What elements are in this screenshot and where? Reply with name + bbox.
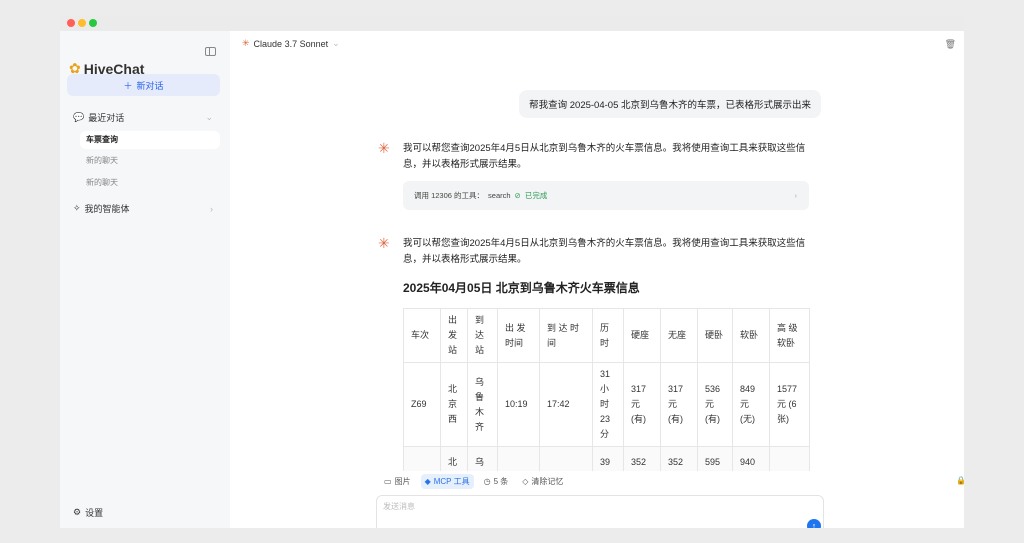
mcp-label: MCP 工具	[434, 476, 470, 487]
table-title: 2025年04月05日 北京到乌鲁木齐火车票信息	[403, 279, 640, 296]
model-selector[interactable]: ✳ Claude 3.7 Sonnet⌄	[242, 38, 340, 49]
close-window-button[interactable]	[67, 19, 75, 27]
my-agents-header[interactable]: ✧ 我的智能体 ›	[73, 202, 213, 215]
mcp-tools-button[interactable]: ◆MCP 工具	[421, 474, 474, 489]
table-header-cell: 历时	[593, 309, 624, 363]
table-header-cell: 硬座	[624, 309, 661, 363]
table-cell: Z69	[404, 363, 441, 447]
clear-label: 清除记忆	[531, 476, 563, 487]
table-cell: 乌鲁	[468, 447, 498, 472]
chevron-right-icon: ›	[795, 191, 798, 200]
image-icon: ▭	[384, 477, 392, 486]
composer-toolbar: ▭图片 ◆MCP 工具 ◷5 条 ◇清除记忆	[380, 474, 567, 489]
table-cell: 乌鲁木齐	[468, 363, 498, 447]
clock-icon: ◷	[484, 477, 491, 486]
table-cell: 31小时23分	[593, 363, 624, 447]
check-circle-icon: ⊘	[515, 191, 521, 200]
table-cell: 北京西	[441, 363, 468, 447]
plus-icon: ＋	[123, 79, 132, 92]
table-cell: 17:42	[540, 363, 593, 447]
tool-name: search	[488, 191, 511, 200]
tool-status: 已完成	[525, 190, 548, 201]
table-row: 北乌鲁39小352352595940	[404, 447, 810, 472]
claude-avatar-icon: ✳	[378, 141, 390, 155]
settings-label: 设置	[85, 506, 103, 519]
maximize-window-button[interactable]	[89, 19, 97, 27]
composer: ▭图片 ◆MCP 工具 ◷5 条 ◇清除记忆 🔒 发送消息 ↑	[376, 471, 964, 528]
message-list[interactable]: 帮我查询 2025-04-05 北京到乌鲁木齐的车票，已表格形式展示出来 ✳ 我…	[230, 57, 964, 471]
arrow-up-icon: ↑	[812, 521, 817, 528]
tool-call-prefix: 调用 12306 的工具：	[414, 190, 484, 201]
chevron-right-icon: ›	[210, 204, 213, 214]
gear-icon: ⚙	[73, 507, 81, 518]
agents-label: 我的智能体	[85, 202, 130, 215]
claude-avatar-icon: ✳	[378, 236, 390, 250]
table-cell	[770, 447, 810, 472]
table-cell: 940	[733, 447, 770, 472]
lock-icon[interactable]: 🔒	[956, 476, 964, 485]
sidebar-chat-item[interactable]: 新的聊天	[80, 174, 220, 192]
chat-main: ✳ Claude 3.7 Sonnet⌄ 🗑 帮我查询 2025-04-05 北京…	[230, 31, 964, 528]
assistant-message: 我可以帮您查询2025年4月5日从北京到乌鲁木齐的火车票信息。我将使用查询工具来…	[403, 141, 813, 173]
table-header-cell: 车次	[404, 309, 441, 363]
table-cell: 352	[624, 447, 661, 472]
sidebar: ✿HiveChat ＋新对话 💬最近对话⌄ 车票查询 新的聊天 新的聊天 ✧我的…	[60, 31, 230, 528]
table-header-cell: 高 级 软卧	[770, 309, 810, 363]
image-button[interactable]: ▭图片	[380, 474, 415, 489]
recent-label: 最近对话	[88, 111, 124, 124]
table-cell: 39小	[593, 447, 624, 472]
image-label: 图片	[395, 476, 411, 487]
table-cell: 10:19	[498, 363, 540, 447]
table-cell: 352	[661, 447, 698, 472]
history-count-button[interactable]: ◷5 条	[480, 474, 513, 489]
new-chat-label: 新对话	[137, 79, 164, 92]
table-cell: 849元(无)	[733, 363, 770, 447]
model-name: Claude 3.7 Sonnet	[254, 39, 329, 49]
sidebar-toggle-icon[interactable]	[205, 47, 216, 56]
table-cell: 595	[698, 447, 733, 472]
new-chat-button[interactable]: ＋ 新对话	[67, 74, 220, 96]
chat-bubble-icon: 💬	[73, 112, 84, 123]
chevron-down-icon: ⌄	[332, 38, 340, 49]
mcp-icon: ◆	[425, 477, 431, 486]
claude-icon: ✳	[242, 38, 250, 49]
table-header-cell: 出发站	[441, 309, 468, 363]
table-cell: 北	[441, 447, 468, 472]
history-label: 5 条	[494, 476, 509, 487]
assistant-message: 我可以帮您查询2025年4月5日从北京到乌鲁木齐的火车票信息。我将使用查询工具来…	[403, 236, 813, 268]
table-cell: 536元(有)	[698, 363, 733, 447]
tool-call-card[interactable]: 调用 12306 的工具： search ⊘ 已完成 ›	[403, 181, 809, 210]
chevron-down-icon: ⌄	[205, 112, 213, 123]
table-cell	[498, 447, 540, 472]
table-cell: 317元(有)	[624, 363, 661, 447]
recent-chats-header[interactable]: 💬 最近对话 ⌄	[73, 111, 213, 124]
table-cell	[540, 447, 593, 472]
table-header-cell: 到 达 时 间	[540, 309, 593, 363]
message-input[interactable]: 发送消息	[376, 495, 824, 528]
settings-button[interactable]: ⚙ 设置	[73, 506, 103, 519]
eraser-icon: ◇	[522, 477, 528, 486]
table-header-cell: 硬卧	[698, 309, 733, 363]
table-header-cell: 无座	[661, 309, 698, 363]
ticket-table: 车次出发站到达站出 发 时间到 达 时 间历时硬座无座硬卧软卧高 级 软卧 Z6…	[403, 308, 810, 471]
sparkle-icon: ✧	[73, 203, 81, 214]
send-button[interactable]: ↑	[807, 519, 821, 528]
user-message: 帮我查询 2025-04-05 北京到乌鲁木齐的车票，已表格形式展示出来	[519, 90, 821, 118]
minimize-window-button[interactable]	[78, 19, 86, 27]
table-header-cell: 出 发 时间	[498, 309, 540, 363]
table-cell	[404, 447, 441, 472]
table-cell: 317元(有)	[661, 363, 698, 447]
trash-icon[interactable]: 🗑	[945, 39, 956, 50]
table-header-cell: 软卧	[733, 309, 770, 363]
clear-memory-button[interactable]: ◇清除记忆	[518, 474, 567, 489]
table-cell: 1577元 (6张)	[770, 363, 810, 447]
table-row: Z69北京西乌鲁木齐10:1917:4231小时23分317元(有)317元(有…	[404, 363, 810, 447]
title-bar	[60, 15, 964, 31]
table-header-row: 车次出发站到达站出 发 时间到 达 时 间历时硬座无座硬卧软卧高 级 软卧	[404, 309, 810, 363]
table-header-cell: 到达站	[468, 309, 498, 363]
app-window: ✿HiveChat ＋新对话 💬最近对话⌄ 车票查询 新的聊天 新的聊天 ✧我的…	[60, 15, 964, 528]
sidebar-chat-item[interactable]: 车票查询	[80, 131, 220, 149]
sidebar-chat-item[interactable]: 新的聊天	[80, 152, 220, 170]
